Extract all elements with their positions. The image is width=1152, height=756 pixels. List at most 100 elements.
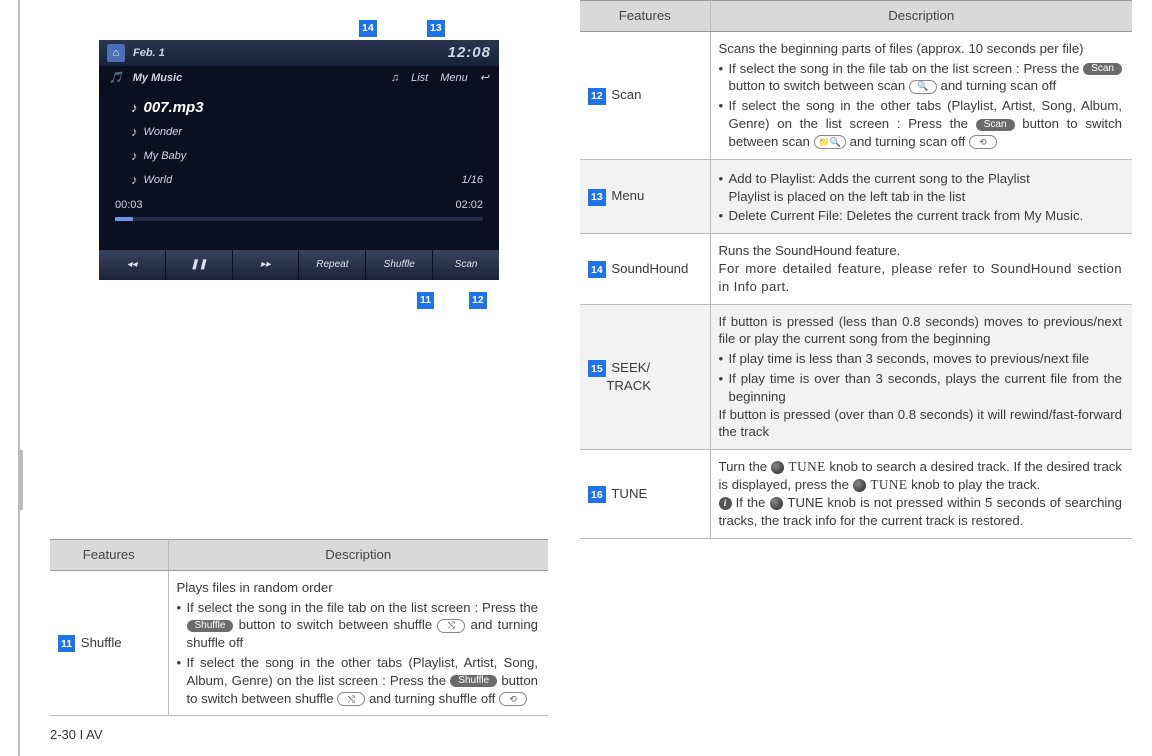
prev-button: ◂◂: [99, 250, 166, 280]
desc-cell-soundhound: Runs the SoundHound feature. For more de…: [710, 234, 1132, 304]
desc-cell-menu: Add to Playlist: Adds the current song t…: [710, 159, 1132, 233]
tune-label: TUNE: [870, 477, 907, 492]
th-description: Description: [710, 1, 1132, 32]
badge-14b: 14: [588, 261, 606, 278]
desc-cell-shuffle: Plays files in random order If select th…: [168, 570, 548, 716]
features-table-left: Features Description 11 Shuffle Plays fi…: [50, 539, 548, 717]
device-screenshot: ⌂ Feb. 1 12:08 🎵 My Music ♫ List Menu ↩ …: [99, 40, 499, 280]
badge-11b: 11: [58, 635, 75, 652]
feature-name: SEEK/: [611, 360, 650, 375]
ss-progressbar: [115, 217, 483, 221]
ss-list: List: [411, 71, 428, 86]
repeat-button: Repeat: [299, 250, 366, 280]
desc-cell-seek: If button is pressed (less than 0.8 seco…: [710, 304, 1132, 450]
feature-cell-soundhound: 14 SoundHound: [580, 234, 710, 304]
tune-knob-icon: [771, 461, 784, 474]
badge-13: 13: [427, 20, 445, 37]
feature-cell-tune: 16 TUNE: [580, 450, 710, 538]
feature-name-line2: TRACK: [606, 378, 651, 393]
time-elapsed: 00:03: [115, 198, 143, 213]
shuffle-icon: ⤭: [437, 619, 465, 633]
page-footer: 2-30 I AV: [50, 716, 548, 744]
shuffle-folder-icon: ⤭: [337, 692, 365, 706]
scan-pill: Scan: [976, 119, 1015, 131]
callout-row-top: 14 13: [99, 18, 499, 40]
scan-icon: 🔍: [909, 80, 937, 94]
feature-name: TUNE: [611, 486, 647, 501]
table-header-row: Features Description: [50, 539, 548, 570]
feature-cell-seek: 15 SEEK/ TRACK: [580, 304, 710, 450]
row-scan: 12 Scan Scans the beginning parts of fil…: [580, 31, 1132, 159]
ss-time-row: 00:03 02:02: [99, 196, 499, 215]
shuffle-intro: Plays files in random order: [177, 580, 333, 595]
scan-bullet-1: If select the song in the file tab on th…: [719, 60, 1123, 96]
row-shuffle: 11 Shuffle Plays files in random order I…: [50, 570, 548, 716]
shuffle-pill: Shuffle: [187, 620, 234, 632]
ss-title: My Music: [133, 71, 183, 86]
ss-counter: 1/16: [462, 173, 483, 188]
ss-statusbar: ⌂ Feb. 1 12:08: [99, 40, 499, 66]
shuffle-bullet-2: If select the song in the other tabs (Pl…: [177, 654, 539, 707]
feature-cell-shuffle: 11 Shuffle: [50, 570, 168, 716]
feature-name: Scan: [611, 87, 641, 102]
shuffle-bullet-1: If select the song in the file tab on th…: [177, 599, 539, 652]
desc-cell-tune: Turn the TUNE knob to search a desired t…: [710, 450, 1132, 538]
th-features: Features: [50, 539, 168, 570]
soundhound-icon: ♫: [391, 71, 399, 86]
desc-cell-scan: Scans the beginning parts of files (appr…: [710, 31, 1132, 159]
home-icon: ⌂: [107, 44, 125, 62]
row-menu: 13 Menu Add to Playlist: Adds the curren…: [580, 159, 1132, 233]
callout-14: 14: [359, 18, 377, 37]
callout-11: 11: [417, 290, 434, 309]
th-features: Features: [580, 1, 710, 32]
note-icon: ♪: [131, 171, 138, 189]
scan-off-icon: ⟲: [969, 135, 997, 149]
shuffle-pill: Shuffle: [450, 675, 497, 687]
note-icon: ♪: [131, 99, 138, 117]
badge-12: 12: [469, 292, 487, 309]
badge-16: 16: [588, 486, 606, 503]
menu-bullet-2: Delete Current File: Deletes the current…: [719, 207, 1123, 225]
song-row: ♪My Baby: [131, 144, 483, 168]
row-tune: 16 TUNE Turn the TUNE knob to search a d…: [580, 450, 1132, 538]
feature-cell-scan: 12 Scan: [580, 31, 710, 159]
next-button: ▸▸: [233, 250, 300, 280]
tune-label: TUNE: [789, 459, 826, 474]
note-icon: ♪: [131, 123, 138, 141]
left-column: 14 13 ⌂ Feb. 1 12:08 🎵 My Music ♫ List M…: [20, 0, 570, 756]
tune-knob-icon: [853, 479, 866, 492]
badge-14: 14: [359, 20, 377, 37]
shuffle-button: Shuffle: [366, 250, 433, 280]
badge-12b: 12: [588, 88, 606, 105]
seek-intro: If button is pressed (less than 0.8 seco…: [719, 314, 1123, 347]
scan-folder-icon: 📁🔍: [814, 135, 846, 149]
page-left-margin: [0, 0, 20, 756]
callout-row-bottom: 11 12: [99, 290, 499, 312]
callout-12: 12: [469, 290, 487, 309]
th-description: Description: [168, 539, 548, 570]
callout-13: 13: [427, 18, 445, 37]
ss-songlist: ♪007.mp3 ♪Wonder ♪My Baby ♪World1/16: [99, 90, 499, 196]
scan-button: Scan: [433, 250, 499, 280]
feature-name: SoundHound: [611, 261, 688, 276]
feature-name: Menu: [611, 188, 644, 203]
ss-clock: 12:08: [448, 43, 491, 63]
scan-pill: Scan: [1083, 63, 1122, 75]
tune-knob-icon: [770, 497, 783, 510]
feature-cell-menu: 13 Menu: [580, 159, 710, 233]
pause-button: ❚❚: [166, 250, 233, 280]
menu-bullet-1: Add to Playlist: Adds the current song t…: [719, 170, 1123, 206]
ss-menu: Menu: [440, 71, 468, 86]
soundhound-note: For more detailed feature, please refer …: [719, 261, 1123, 294]
row-soundhound: 14 SoundHound Runs the SoundHound featur…: [580, 234, 1132, 304]
song-row: ♪Wonder: [131, 120, 483, 144]
scan-bullet-2: If select the song in the other tabs (Pl…: [719, 97, 1123, 150]
ss-controls: ◂◂ ❚❚ ▸▸ Repeat Shuffle Scan: [99, 250, 499, 280]
badge-13b: 13: [588, 189, 606, 206]
ss-header-right: ♫ List Menu ↩: [391, 71, 489, 86]
right-column: Features Description 12 Scan Scans the b…: [570, 0, 1152, 756]
info-icon: i: [719, 497, 732, 510]
feature-name: Shuffle: [81, 635, 122, 650]
time-total: 02:02: [455, 198, 483, 213]
song-row: ♪World1/16: [131, 168, 483, 192]
